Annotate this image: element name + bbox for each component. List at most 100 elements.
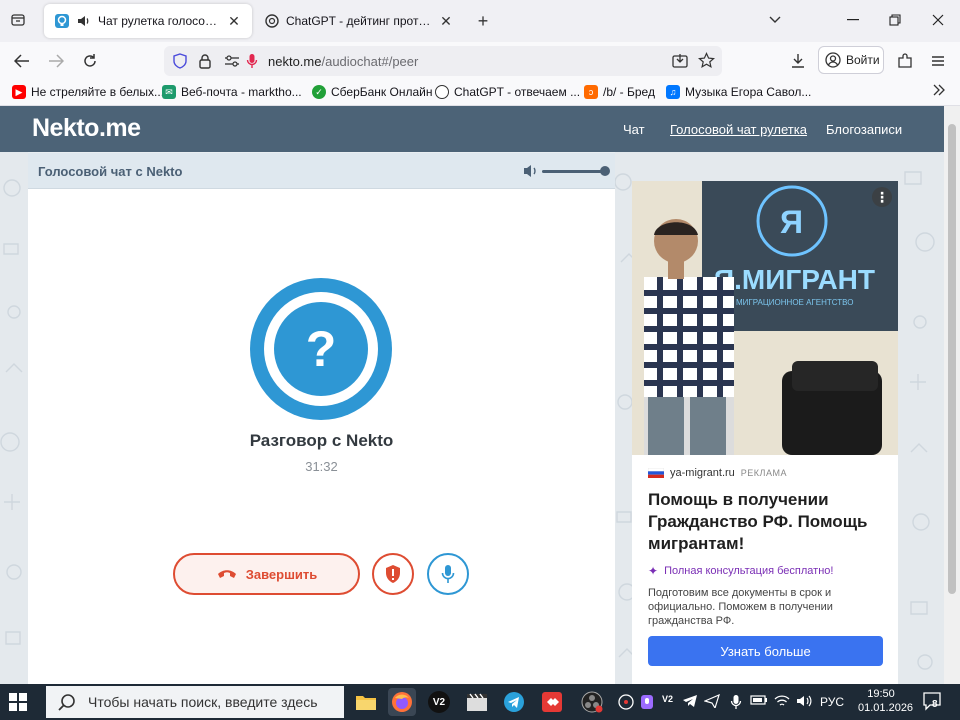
bookmark-item[interactable]: ♫ Музыка Егора Савол...	[666, 85, 811, 99]
sign-in-label: Войти	[846, 53, 880, 67]
tray-microphone-icon[interactable]	[730, 694, 742, 713]
tab-nekto[interactable]: Чат рулетка голосовая — ✕	[44, 4, 252, 38]
tab-list-icon	[11, 14, 25, 26]
folder-icon	[356, 696, 376, 710]
input-language[interactable]: РУС	[820, 695, 844, 709]
taskbar-search-box[interactable]: Чтобы начать поиск, введите здесь	[46, 686, 344, 718]
volume-slider-handle[interactable]	[600, 166, 610, 176]
tray-podcast-icon[interactable]	[640, 694, 654, 713]
clock-date: 01.01.2026	[858, 702, 914, 714]
back-button[interactable]	[10, 50, 34, 72]
url-text[interactable]: nekto.me/audiochat#/peer	[268, 54, 418, 69]
tab-title: Чат рулетка голосовая —	[98, 14, 220, 28]
reload-icon	[84, 54, 96, 67]
page-scrollbar[interactable]	[944, 106, 960, 684]
anydesk-icon	[542, 692, 562, 712]
address-bar[interactable]: nekto.me/audiochat#/peer	[164, 46, 722, 76]
windows-logo-icon	[9, 693, 27, 711]
obs-app[interactable]	[578, 688, 606, 716]
audio-playing-icon[interactable]	[76, 13, 92, 29]
telegram-icon	[504, 692, 524, 712]
microphone-button[interactable]	[427, 553, 469, 595]
v2-app[interactable]: V2	[425, 688, 453, 716]
restore-icon	[889, 14, 901, 26]
anydesk-app[interactable]	[538, 688, 566, 716]
microphone-active-icon[interactable]	[246, 53, 258, 72]
tray-network-icon[interactable]	[774, 694, 790, 711]
bookmarks-toolbar: ▶ Не стреляйте в белых... ✉ Веб-почта - …	[0, 80, 960, 106]
tray-battery-icon[interactable]	[750, 694, 768, 709]
forward-button[interactable]	[44, 50, 68, 72]
site-logo[interactable]: Nekto.me	[32, 114, 141, 143]
bookmark-item[interactable]: ͻ /b/ - Бред	[584, 85, 655, 99]
plus-icon: +	[477, 10, 489, 31]
ad-photo[interactable]: Я Я.МИГРАНТ МИГРАЦИОННОЕ АГЕНТСТВО ⋮	[632, 181, 898, 455]
file-explorer-app[interactable]	[352, 688, 380, 716]
tray-volume-icon[interactable]	[796, 694, 812, 711]
ad-domain[interactable]: ya-migrant.ru РЕКЛАМА	[648, 467, 787, 479]
downloads-button[interactable]	[786, 50, 810, 72]
sign-in-button[interactable]: Войти	[818, 46, 884, 74]
url-host: nekto.me	[268, 54, 322, 69]
restore-button[interactable]	[880, 8, 910, 32]
nav-link-blog[interactable]: Блогозаписи	[826, 122, 902, 137]
media-player-app[interactable]	[463, 688, 491, 716]
svg-text:Я: Я	[780, 204, 803, 240]
chatgpt-icon	[435, 85, 449, 99]
nav-link-voice-chat[interactable]: Голосовой чат рулетка	[670, 122, 807, 137]
bookmark-label: ChatGPT - отвечаем ...	[454, 85, 581, 99]
obs-icon	[581, 691, 603, 713]
ad-title[interactable]: Помощь в получении Гражданство РФ. Помощ…	[648, 489, 888, 555]
tray-app-icon[interactable]	[618, 694, 634, 713]
start-button[interactable]	[8, 692, 28, 712]
bookmark-item[interactable]: ✉ Веб-почта - marktho...	[162, 85, 302, 99]
close-tab-icon[interactable]: ✕	[438, 13, 454, 29]
minimize-button[interactable]	[838, 8, 868, 32]
firefox-app[interactable]	[388, 688, 416, 716]
sber-icon: ✓	[312, 85, 326, 99]
ad-cta-button[interactable]: Узнать больше	[648, 636, 883, 666]
voice-chat-card: ? Разговор с Nekto 31:32 Завершить	[28, 189, 615, 684]
v2-icon: V2	[428, 691, 450, 713]
list-all-tabs-button[interactable]	[760, 8, 790, 32]
tab-list-button[interactable]	[8, 10, 28, 30]
ad-photo-sign-sub: МИГРАЦИОННОЕ АГЕНТСТВО	[736, 298, 853, 307]
ad-options-menu-icon[interactable]: ⋮	[872, 187, 892, 207]
tab-chatgpt[interactable]: ChatGPT - дейтинг протокол ✕	[254, 4, 464, 38]
ad-subtitle[interactable]: ✦ Полная консультация бесплатно!	[648, 564, 833, 578]
app-menu-button[interactable]	[926, 50, 950, 72]
shield-icon[interactable]	[172, 53, 188, 72]
new-tab-button[interactable]: +	[472, 10, 494, 32]
browser-tab-strip: Чат рулетка голосовая — ✕ ChatGPT - дейт…	[0, 0, 960, 42]
permissions-icon[interactable]	[224, 54, 240, 71]
telegram-app[interactable]	[500, 688, 528, 716]
lock-icon[interactable]	[198, 53, 212, 72]
extensions-button[interactable]	[893, 50, 917, 72]
more-bookmarks-button[interactable]	[932, 84, 946, 96]
taskbar-clock[interactable]: 19:50 01.01.2026	[858, 687, 914, 715]
conversation-title: Разговор с Nekto	[249, 431, 394, 450]
end-call-button[interactable]: Завершить	[173, 553, 360, 595]
reader-view-icon[interactable]	[672, 53, 688, 72]
tray-send-icon[interactable]	[703, 693, 720, 711]
clock-time: 19:50	[867, 688, 895, 700]
bookmark-item[interactable]: ▶ Не стреляйте в белых...	[12, 85, 164, 99]
bookmark-item[interactable]: ✓ СберБанк Онлайн	[312, 85, 432, 99]
bookmark-item[interactable]: ChatGPT - отвечаем ...	[435, 85, 580, 99]
url-path: /audiochat#/peer	[321, 54, 419, 69]
notification-center-button[interactable]: 8	[922, 691, 942, 714]
volume-slider-track[interactable]	[542, 170, 606, 173]
mail-icon: ✉	[162, 85, 176, 99]
volume-icon[interactable]	[523, 163, 539, 179]
nekto-favicon-icon	[54, 13, 70, 29]
scrollbar-thumb[interactable]	[948, 124, 956, 594]
nav-link-chat[interactable]: Чат	[623, 122, 645, 137]
tray-v2-icon[interactable]: V2	[662, 694, 673, 704]
reload-button[interactable]	[78, 50, 102, 72]
tray-telegram-icon[interactable]	[682, 694, 698, 711]
close-tab-icon[interactable]: ✕	[226, 13, 242, 29]
close-window-button[interactable]	[923, 8, 953, 32]
advertisement[interactable]: Я Я.МИГРАНТ МИГРАЦИОННОЕ АГЕНТСТВО ⋮ ya-…	[632, 181, 898, 684]
report-button[interactable]	[372, 553, 414, 595]
bookmark-star-icon[interactable]	[697, 52, 716, 72]
